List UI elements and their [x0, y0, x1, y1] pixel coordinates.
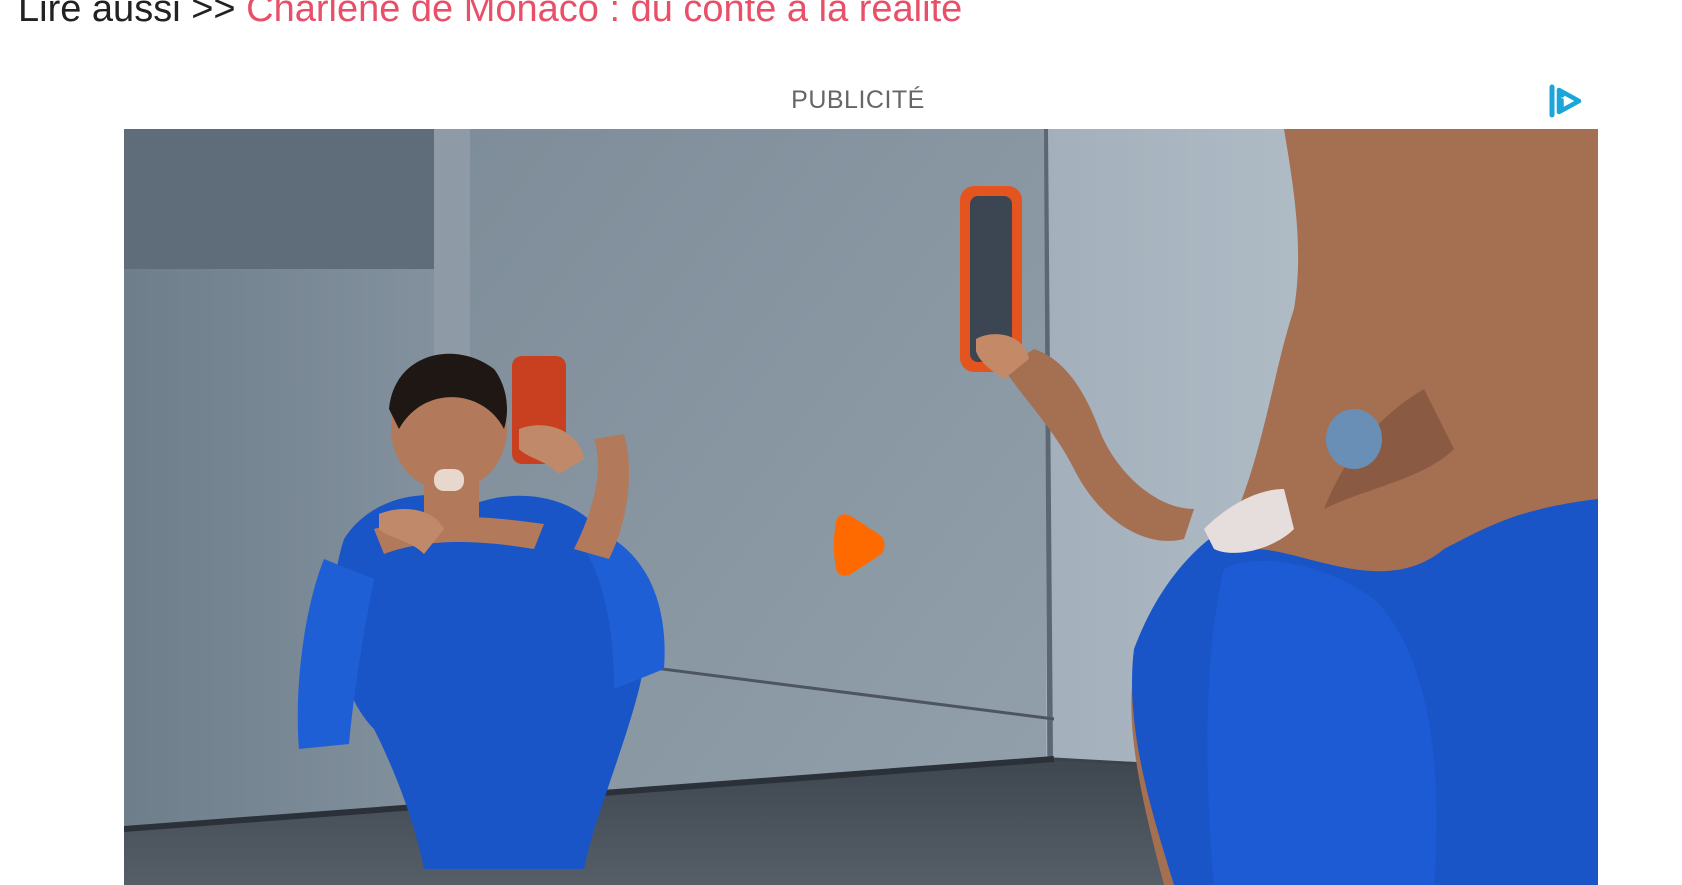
ad-choices-icon[interactable] — [1548, 84, 1584, 118]
article-page: Lire aussi >> Charlène de Monaco : du co… — [0, 0, 1682, 885]
ad-label: PUBLICITÉ — [791, 86, 925, 114]
play-icon[interactable] — [828, 513, 888, 577]
read-also-line: Lire aussi >> Charlène de Monaco : du co… — [18, 0, 962, 32]
video-ad-player[interactable] — [124, 129, 1598, 885]
video-frame — [124, 129, 1598, 885]
read-also-link[interactable]: Charlène de Monaco : du conte à la réali… — [246, 0, 962, 30]
read-also-prefix: Lire aussi >> — [18, 0, 247, 30]
